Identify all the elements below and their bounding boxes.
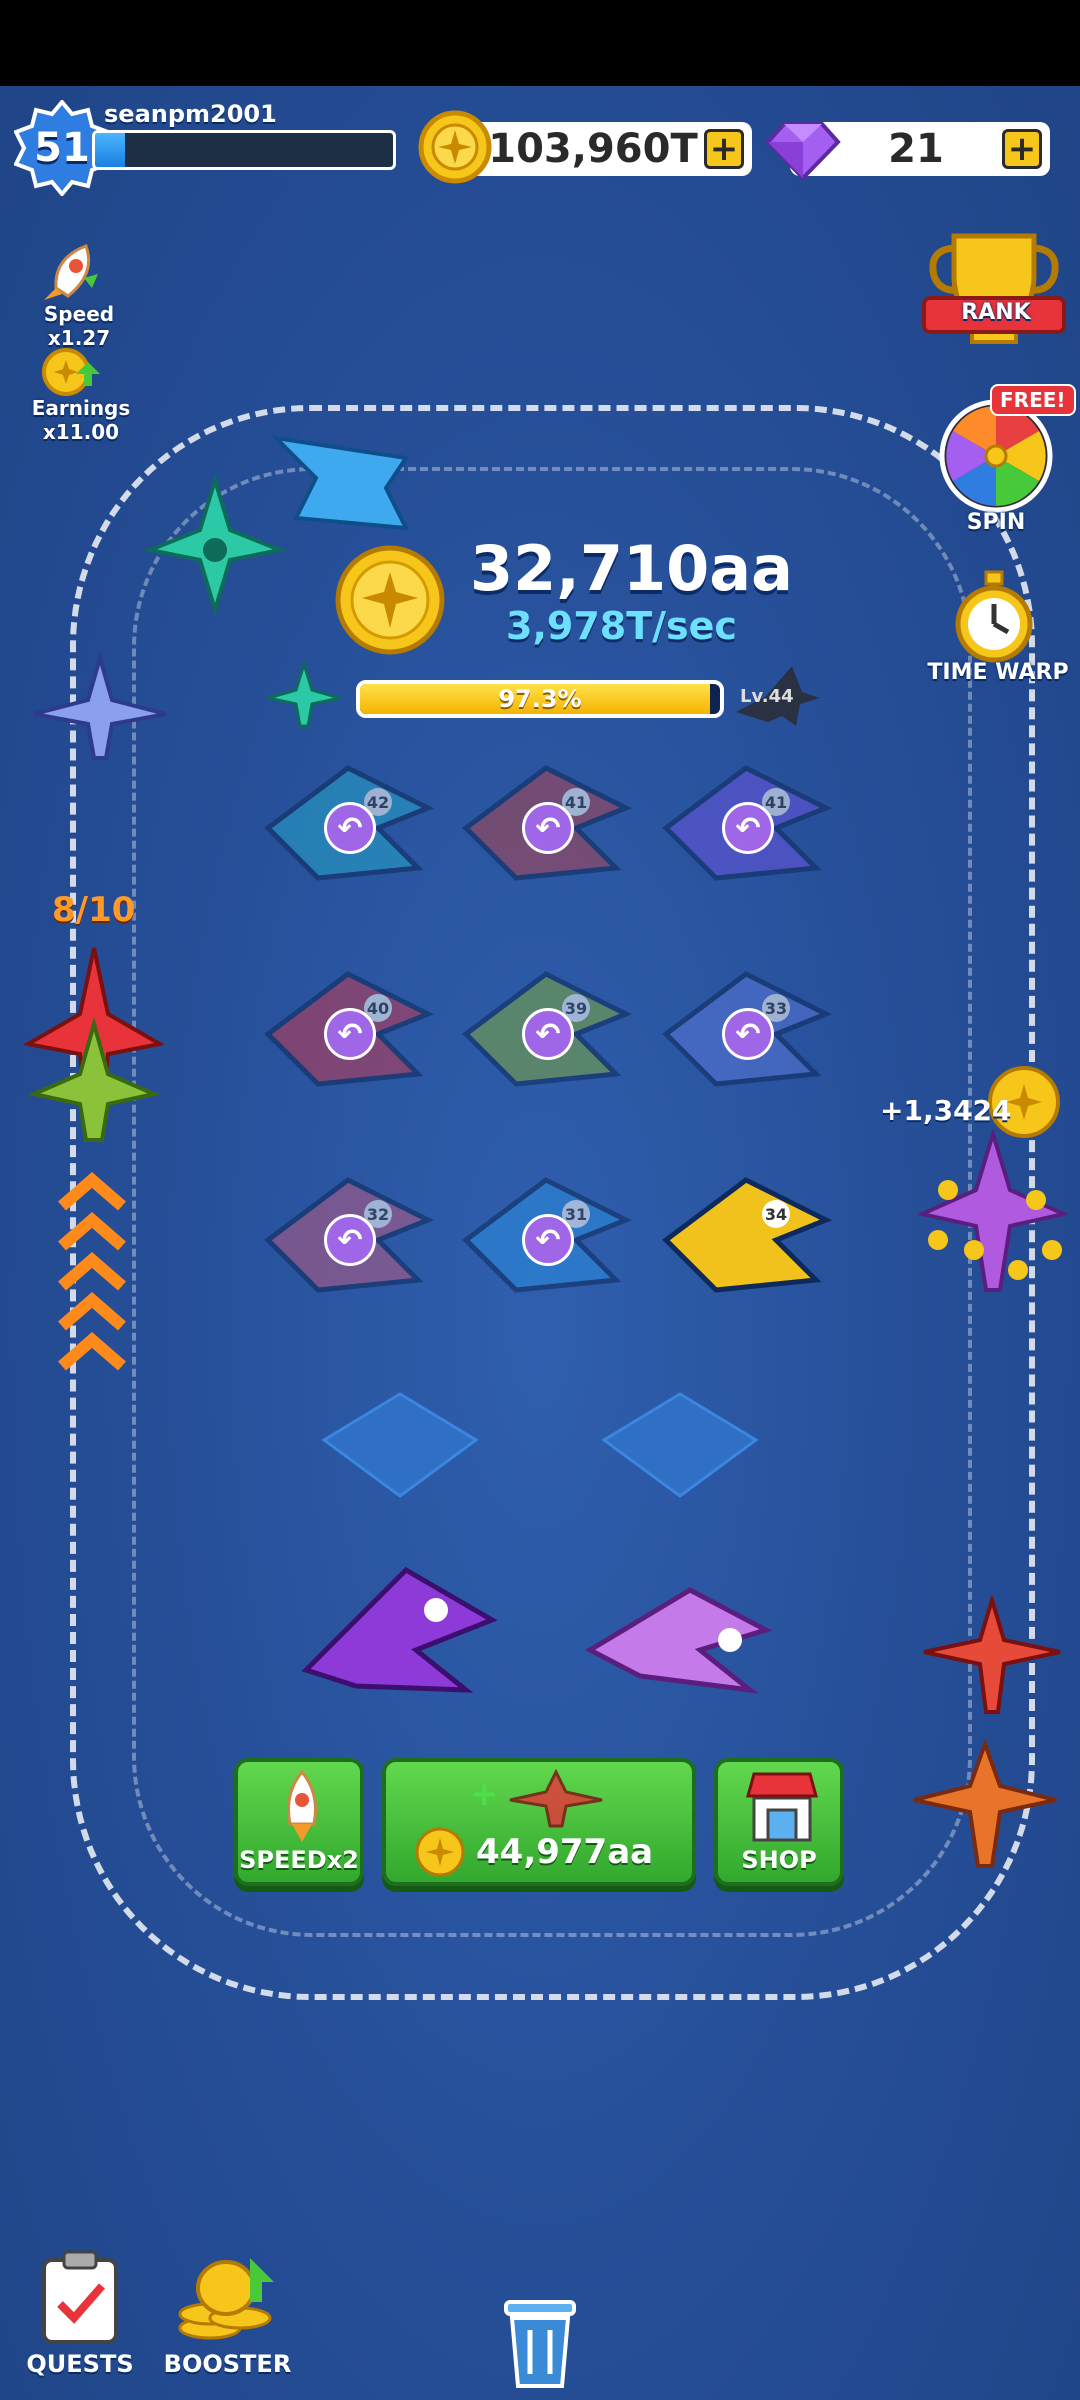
plane-level-number: 34 <box>765 1205 787 1224</box>
shop-icon <box>746 1772 818 1842</box>
grid-plane-slot[interactable]: 42 ↶ <box>258 758 438 888</box>
grid-plane-slot[interactable]: 40 ↶ <box>258 964 438 1094</box>
empty-slot[interactable] <box>320 1390 480 1500</box>
plane-slot-30[interactable] <box>296 1560 502 1700</box>
total-earnings: 32,710aa <box>470 532 793 605</box>
earnings-boost-label: Earnings x11.00 <box>31 396 131 444</box>
grid-plane-slot[interactable]: 32 ↶ <box>258 1170 438 1300</box>
plane-level-number: 39 <box>565 999 587 1018</box>
grid-plane-slot[interactable]: 39 ↶ <box>456 964 636 1094</box>
earnings-coin-icon[interactable] <box>40 344 104 400</box>
earnings-coin-icon-large <box>335 545 445 655</box>
plane-level-number: 42 <box>367 793 389 812</box>
plane-level-number: 40 <box>367 999 389 1018</box>
free-badge: FREE! <box>990 384 1076 416</box>
level-progress-bar: 97.3% <box>356 680 724 718</box>
add-coins-button[interactable]: + <box>704 129 744 169</box>
spin-label: SPIN <box>966 510 1026 535</box>
rocket-icon <box>287 1769 317 1842</box>
empty-slot[interactable] <box>600 1390 760 1500</box>
grid-plane-slot[interactable]: 41 ↶ <box>456 758 636 888</box>
rocket-icon[interactable] <box>36 238 106 308</box>
username: seanpm2001 <box>104 100 277 128</box>
return-arrow-icon[interactable]: ↶ <box>522 1214 574 1266</box>
plane-level-number: 32 <box>367 1205 389 1224</box>
return-arrow-icon[interactable]: ↶ <box>522 802 574 854</box>
plane-stack-count: 8/10 <box>52 890 136 930</box>
xp-bar-fill <box>95 133 125 167</box>
plane-slot-35[interactable] <box>580 1580 776 1700</box>
earnings-rate: 3,978T/sec <box>506 604 737 648</box>
booster-label: BOOSTER <box>163 2350 292 2378</box>
return-arrow-icon[interactable]: ↶ <box>324 802 376 854</box>
stacked-plane-40 <box>24 947 164 1142</box>
orbiting-plane-31 <box>270 435 410 531</box>
rank-label: RANK <box>961 300 1031 325</box>
buy-plane-cost: 44,977aa <box>476 1832 654 1872</box>
grid-plane-slot[interactable]: 34 <box>656 1170 836 1300</box>
booster-coins-icon[interactable] <box>170 2248 280 2344</box>
coin-counter: 103,960T + <box>418 110 752 184</box>
orbiting-plane-33 <box>33 654 167 760</box>
plane-level-number: 41 <box>765 793 787 812</box>
speed-x2-button[interactable]: SPEEDx2 <box>234 1758 364 1886</box>
add-gems-button[interactable]: + <box>1002 129 1042 169</box>
orbiting-plane-32 <box>923 1596 1061 1714</box>
time-warp-label: TIME WARP <box>927 660 1069 685</box>
speed-boost-label: Speed x1.27 <box>43 302 115 350</box>
coin-icon <box>415 1827 465 1877</box>
xp-bar <box>92 130 396 170</box>
grid-plane-slot[interactable]: 31 ↶ <box>456 1170 636 1300</box>
orbiting-plane-14 <box>918 1130 1068 1292</box>
gem-icon <box>765 122 841 181</box>
orbiting-plane-42 <box>913 1740 1057 1868</box>
plane-icon: 34 <box>662 1177 833 1293</box>
buy-plane-button[interactable]: + 44,977aa <box>382 1758 696 1886</box>
plane-level-number: 33 <box>765 999 787 1018</box>
plane-level-number: 31 <box>565 1205 587 1224</box>
gem-counter: 21 + <box>765 122 1050 181</box>
shop-label: SHOP <box>741 1846 817 1874</box>
plus-icon: + <box>470 1774 499 1814</box>
trash-icon[interactable] <box>500 2296 580 2390</box>
grid-plane-slot[interactable]: 33 ↶ <box>656 964 836 1094</box>
current-plane-icon <box>267 660 341 728</box>
coin-icon <box>418 110 492 184</box>
return-arrow-icon[interactable]: ↶ <box>722 802 774 854</box>
speed-x2-label: SPEEDx2 <box>239 1846 359 1874</box>
level-progress-label: 97.3% <box>498 685 582 713</box>
plane-level-number: 41 <box>565 793 587 812</box>
status-bar <box>0 0 1080 86</box>
buy-plane-preview-icon <box>509 1768 603 1828</box>
floating-gain-text: +1,3424 <box>880 1094 1012 1127</box>
return-arrow-icon[interactable]: ↶ <box>324 1214 376 1266</box>
next-level-tag: Lv.44 <box>740 686 794 707</box>
return-arrow-icon[interactable]: ↶ <box>522 1008 574 1060</box>
return-arrow-icon[interactable]: ↶ <box>722 1008 774 1060</box>
return-arrow-icon[interactable]: ↶ <box>324 1008 376 1060</box>
rank-trophy-icon[interactable] <box>918 226 1070 362</box>
quests-label: QUESTS <box>26 2350 134 2378</box>
grid-plane-slot[interactable]: 41 ↶ <box>656 758 836 888</box>
speed-chevrons <box>58 1172 126 1371</box>
stopwatch-icon[interactable] <box>950 568 1038 664</box>
quests-clipboard-icon[interactable] <box>36 2250 124 2346</box>
shop-button[interactable]: SHOP <box>714 1758 844 1886</box>
